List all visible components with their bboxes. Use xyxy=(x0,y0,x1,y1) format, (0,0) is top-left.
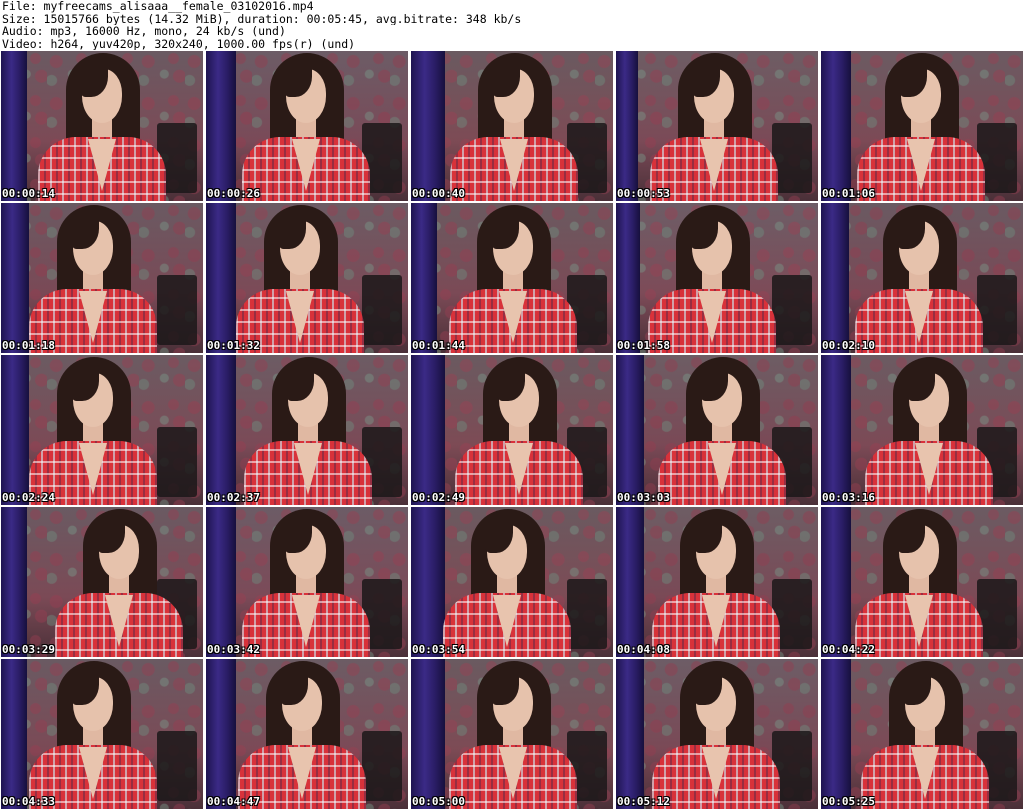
video-frame-thumbnail: 00:05:25 xyxy=(821,659,1023,809)
video-frame-thumbnail: 00:02:37 xyxy=(206,355,408,505)
purple-curtain xyxy=(206,659,236,809)
purple-curtain xyxy=(821,507,851,657)
chair-back xyxy=(772,275,812,345)
purple-curtain xyxy=(821,355,851,505)
purple-curtain xyxy=(821,659,851,809)
frame-timestamp: 00:04:22 xyxy=(822,643,875,656)
frame-timestamp: 00:03:16 xyxy=(822,491,875,504)
purple-curtain xyxy=(821,203,849,353)
video-frame-thumbnail: 00:03:42 xyxy=(206,507,408,657)
chair-back xyxy=(362,275,402,345)
frame-timestamp: 00:03:29 xyxy=(2,643,55,656)
frame-timestamp: 00:05:00 xyxy=(412,795,465,808)
frame-timestamp: 00:02:49 xyxy=(412,491,465,504)
purple-curtain xyxy=(616,355,644,505)
chair-back xyxy=(567,579,607,649)
video-frame-thumbnail: 00:02:10 xyxy=(821,203,1023,353)
frame-timestamp: 00:05:12 xyxy=(617,795,670,808)
frame-timestamp: 00:00:26 xyxy=(207,187,260,200)
purple-curtain xyxy=(1,659,27,809)
purple-curtain xyxy=(821,51,851,201)
frame-timestamp: 00:01:58 xyxy=(617,339,670,352)
file-name-line: File: myfreecams_alisaaa__female_0310201… xyxy=(2,0,314,13)
purple-curtain xyxy=(411,51,445,201)
audio-info-line: Audio: mp3, 16000 Hz, mono, 24 kb/s (und… xyxy=(2,25,286,38)
frame-timestamp: 00:02:24 xyxy=(2,491,55,504)
chair-back xyxy=(157,427,197,497)
frame-timestamp: 00:00:40 xyxy=(412,187,465,200)
frame-timestamp: 00:03:03 xyxy=(617,491,670,504)
purple-curtain xyxy=(206,203,236,353)
video-frame-thumbnail: 00:04:22 xyxy=(821,507,1023,657)
video-info-header: File: myfreecams_alisaaa__female_0310201… xyxy=(2,0,1022,50)
video-frame-thumbnail: 00:01:32 xyxy=(206,203,408,353)
video-frame-thumbnail: 00:00:14 xyxy=(1,51,203,201)
video-frame-thumbnail: 00:00:26 xyxy=(206,51,408,201)
frame-timestamp: 00:04:08 xyxy=(617,643,670,656)
video-frame-thumbnail: 00:01:58 xyxy=(616,203,818,353)
purple-curtain xyxy=(616,51,638,201)
video-frame-thumbnail: 00:00:53 xyxy=(616,51,818,201)
purple-curtain xyxy=(1,51,27,201)
frame-timestamp: 00:02:10 xyxy=(822,339,875,352)
frame-timestamp: 00:00:14 xyxy=(2,187,55,200)
frame-timestamp: 00:05:25 xyxy=(822,795,875,808)
chair-back xyxy=(157,731,197,801)
chair-back xyxy=(772,123,812,193)
purple-curtain xyxy=(616,203,640,353)
chair-back xyxy=(977,275,1017,345)
purple-curtain xyxy=(206,507,236,657)
video-frame-thumbnail: 00:03:16 xyxy=(821,355,1023,505)
video-frame-thumbnail: 00:04:33 xyxy=(1,659,203,809)
video-frame-thumbnail: 00:02:49 xyxy=(411,355,613,505)
frame-timestamp: 00:03:42 xyxy=(207,643,260,656)
chair-back xyxy=(362,731,402,801)
video-frame-thumbnail: 00:03:03 xyxy=(616,355,818,505)
purple-curtain xyxy=(206,355,236,505)
video-frame-thumbnail: 00:02:24 xyxy=(1,355,203,505)
purple-curtain xyxy=(411,355,445,505)
video-frame-thumbnail: 00:00:40 xyxy=(411,51,613,201)
frame-timestamp: 00:04:33 xyxy=(2,795,55,808)
frame-timestamp: 00:01:06 xyxy=(822,187,875,200)
video-frame-thumbnail: 00:04:47 xyxy=(206,659,408,809)
frame-timestamp: 00:01:44 xyxy=(412,339,465,352)
file-size-line: Size: 15015766 bytes (14.32 MiB), durati… xyxy=(2,12,522,26)
frame-timestamp: 00:01:18 xyxy=(2,339,55,352)
video-frame-thumbnail: 00:03:29 xyxy=(1,507,203,657)
purple-curtain xyxy=(1,507,27,657)
video-frame-thumbnail: 00:04:08 xyxy=(616,507,818,657)
video-frame-thumbnail: 00:05:00 xyxy=(411,659,613,809)
video-frame-thumbnail: 00:01:44 xyxy=(411,203,613,353)
chair-back xyxy=(977,579,1017,649)
purple-curtain xyxy=(411,203,437,353)
video-frame-thumbnail: 00:05:12 xyxy=(616,659,818,809)
video-frame-thumbnail: 00:03:54 xyxy=(411,507,613,657)
frame-timestamp: 00:00:53 xyxy=(617,187,670,200)
purple-curtain xyxy=(1,355,29,505)
purple-curtain xyxy=(616,659,644,809)
purple-curtain xyxy=(411,659,445,809)
video-frame-thumbnail: 00:01:18 xyxy=(1,203,203,353)
frame-timestamp: 00:01:32 xyxy=(207,339,260,352)
video-info-line: Video: h264, yuv420p, 320x240, 1000.00 f… xyxy=(2,37,356,51)
chair-back xyxy=(157,275,197,345)
frame-timestamp: 00:03:54 xyxy=(412,643,465,656)
video-frame-thumbnail: 00:01:06 xyxy=(821,51,1023,201)
frame-timestamp: 00:02:37 xyxy=(207,491,260,504)
purple-curtain xyxy=(411,507,445,657)
frame-timestamp: 00:04:47 xyxy=(207,795,260,808)
purple-curtain xyxy=(206,51,236,201)
purple-curtain xyxy=(1,203,29,353)
thumbnail-grid: 00:00:14 00:00:26 00:00:40 00:00:53 00:01:06… xyxy=(1,51,1024,809)
purple-curtain xyxy=(616,507,644,657)
